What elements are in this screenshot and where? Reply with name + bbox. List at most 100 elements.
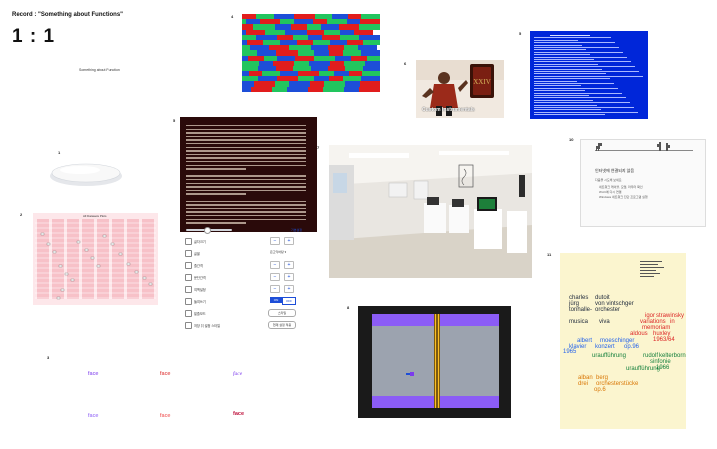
bsod-text-line — [534, 42, 615, 44]
setting-label: 저장 뒤 설정 스타일 — [194, 324, 221, 328]
bsod-text-line — [534, 59, 594, 61]
bsod-text-line — [534, 75, 643, 77]
decrease-button[interactable]: − — [270, 285, 280, 293]
setting-icon — [185, 286, 192, 293]
bsod-text-line — [534, 87, 618, 89]
slider-thumb[interactable] — [204, 227, 211, 234]
chart-panel: All Datasets Plots — [33, 213, 158, 305]
bsod-text-line — [534, 71, 639, 73]
bsod-text-line — [534, 92, 622, 94]
chart-column — [127, 219, 139, 299]
poster-text: konzert — [595, 344, 615, 350]
document-text-line — [186, 157, 306, 159]
bsod-text-line — [534, 68, 602, 70]
document-text-line — [186, 218, 306, 220]
decrease-button[interactable]: − — [270, 237, 280, 245]
chart-marker — [110, 242, 115, 246]
bsod-text-line — [534, 114, 605, 116]
bsod-text-line — [534, 111, 638, 113]
chart-marker — [46, 242, 51, 246]
chart-marker — [90, 256, 95, 260]
bsod-text-line — [534, 54, 590, 56]
chart-column — [142, 219, 154, 299]
settings-row: 여백설정 − + — [184, 284, 318, 294]
chart-marker — [96, 264, 101, 268]
document-text-line — [186, 125, 306, 127]
bsod-text-line — [534, 109, 601, 111]
bsod-text-line — [534, 61, 631, 63]
font-dropdown[interactable]: 은고딕바탕 ▾ — [270, 250, 286, 254]
stripe-segment — [242, 86, 251, 92]
face-text-5: face — [160, 413, 171, 419]
option-pill[interactable]: 현재 설정 적용 — [268, 321, 296, 329]
document-text-line — [186, 186, 306, 188]
toggle-off[interactable]: OFF — [282, 297, 296, 305]
label-11: 11 — [547, 252, 552, 257]
increase-button[interactable]: + — [284, 261, 294, 269]
poster-fine-print — [640, 261, 664, 277]
bsod-text-line — [534, 66, 635, 68]
chart-marker — [76, 240, 81, 244]
poster-text: musica — [569, 319, 589, 325]
bsod-text-line — [534, 56, 627, 58]
document-text-line — [186, 128, 306, 130]
bsod-text-line — [534, 73, 606, 75]
chart-marker — [52, 250, 57, 254]
offline-item-2: Wi-Fi에 다시 연결 — [599, 190, 622, 194]
label-5b: 5 — [173, 118, 176, 123]
document-text-line — [186, 139, 306, 141]
poster-text: 1963/64 — [653, 337, 675, 343]
poster-text: orchester — [595, 307, 621, 313]
setting-label: 글자크기 — [194, 240, 206, 244]
increase-button[interactable]: + — [284, 237, 294, 245]
chart-marker — [84, 248, 89, 252]
poster-text: in — [670, 319, 675, 325]
poster-text: viva — [599, 319, 610, 325]
label-3: 3 — [47, 355, 50, 360]
chart-marker — [58, 264, 63, 268]
cactus-icon — [657, 142, 670, 151]
setting-icon — [185, 322, 192, 329]
stripes-artwork — [242, 14, 380, 92]
album-cover: XXIV Custom Instrumentals — [416, 60, 504, 118]
document-text-line — [186, 222, 246, 224]
chart-title: All Datasets Plots — [83, 214, 107, 218]
document-text-line — [186, 204, 306, 206]
decrease-button[interactable]: − — [270, 261, 280, 269]
increase-button[interactable]: + — [284, 285, 294, 293]
poster-text: tonhalle- — [569, 307, 593, 313]
increase-button[interactable]: + — [284, 273, 294, 281]
chart-marker — [56, 296, 61, 300]
stripe-segment — [287, 86, 308, 92]
chart-marker — [134, 270, 139, 274]
offline-item-3: Windows 네트워크 진단 프로그램 실행 — [599, 195, 648, 199]
option-pill[interactable]: 스타일 — [268, 309, 296, 317]
preset-label[interactable]: 기본설정 — [291, 228, 302, 232]
label-4: 4 — [231, 14, 234, 19]
offline-heading: 인터넷에 연결되지 않음 — [595, 168, 635, 173]
document-text-line — [186, 135, 306, 138]
setting-label: 글꼴 — [194, 252, 200, 256]
document-text-line — [186, 193, 246, 195]
bsod-text-line — [534, 49, 586, 51]
chart-column — [97, 219, 109, 299]
bsod-text-line — [534, 51, 623, 53]
label-7: 7 — [317, 145, 320, 150]
chart-marker — [64, 272, 69, 276]
poster-text: drei — [578, 381, 589, 387]
face-text-2: face — [160, 371, 171, 377]
document-text-line — [186, 132, 306, 134]
document-text-line — [186, 189, 306, 192]
setting-icon — [185, 310, 192, 317]
aspect-ratio: 1 : 1 — [12, 26, 56, 47]
stripe-segment — [323, 86, 344, 92]
toggle-on[interactable]: ON — [270, 297, 282, 303]
setting-label: 여백설정 — [194, 288, 206, 292]
settings-row: 문단간격 − + — [184, 272, 318, 282]
decrease-button[interactable]: − — [270, 273, 280, 281]
document-text-line — [186, 215, 306, 217]
dino-icon — [596, 143, 602, 151]
document-text-line — [186, 150, 306, 152]
settings-row: 글자크기 − + — [184, 236, 318, 246]
bsod-text-line — [534, 104, 597, 106]
